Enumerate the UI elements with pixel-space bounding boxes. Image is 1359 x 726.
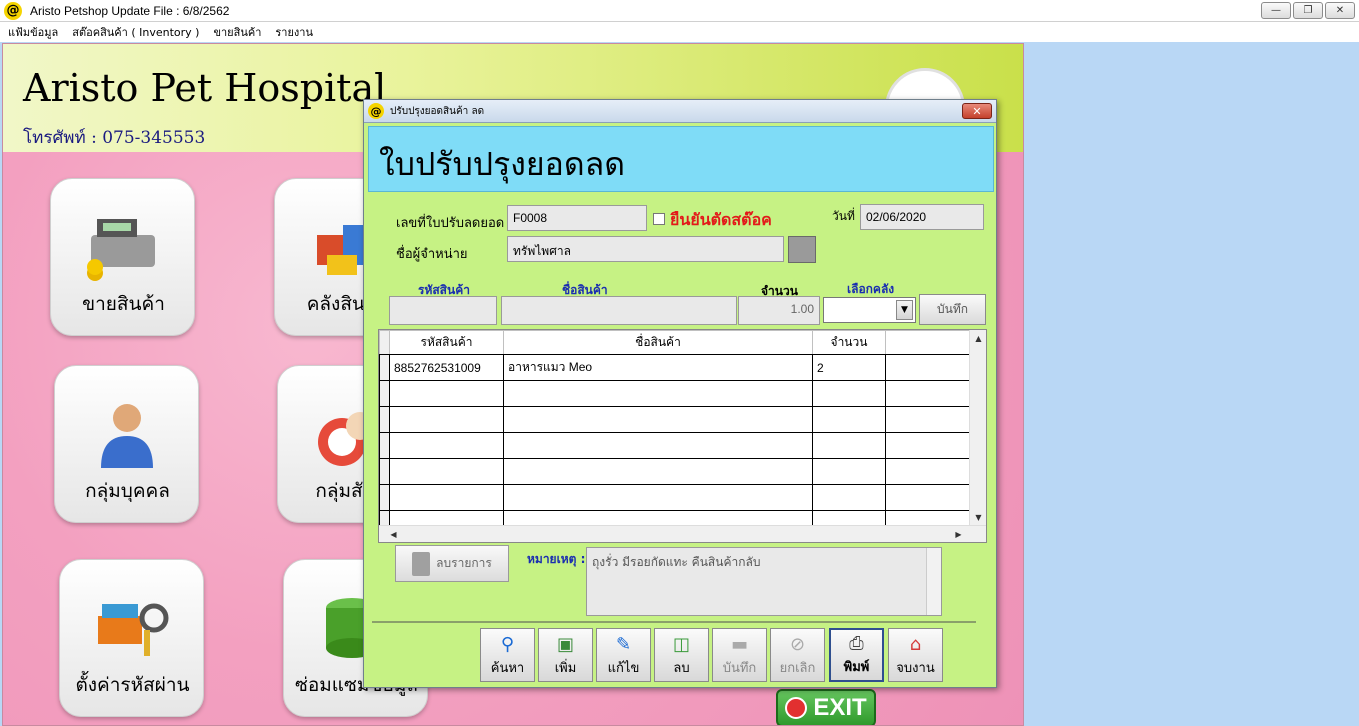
col-header-qty: จำนวน <box>812 330 886 355</box>
cash-register-icon <box>87 219 155 281</box>
remark-scrollbar[interactable] <box>926 548 941 615</box>
col-header-name: ชื่อสินค้า <box>503 330 813 355</box>
warehouse-select[interactable]: ▼ <box>823 297 916 323</box>
confirm-stock-label: ยืนยันตัดสต๊อค <box>670 210 772 229</box>
delete-button[interactable]: ◫ ลบ <box>654 628 709 682</box>
search-icon: ⚲ <box>500 633 515 655</box>
key-box-icon <box>98 603 169 656</box>
tile-label: กลุ่มบุคคล <box>85 480 170 502</box>
dialog-titlebar: @ ปรับปรุงยอดสินค้า ลด ✕ <box>364 100 996 123</box>
product-code-input[interactable] <box>389 296 497 325</box>
menu-inventory[interactable]: สต๊อคสินค้า ( Inventory ) <box>72 23 199 41</box>
save-button[interactable]: ▬ บันทึก <box>712 628 767 682</box>
close-button[interactable]: ✕ <box>1325 2 1355 19</box>
items-grid: รหัสสินค้า ชื่อสินค้า จำนวน 885276253100… <box>378 329 987 543</box>
supplier-field[interactable]: ทรัพไพศาล <box>507 236 784 262</box>
remark-text: ถุงรั่ว มีรอยกัดแทะ คืนสินค้ากลับ <box>592 555 761 569</box>
stock-adjust-dialog: @ ปรับปรุงยอดสินค้า ลด ✕ ใบปรับปรุงยอดลด… <box>363 99 997 688</box>
close-job-button[interactable]: ⌂ จบงาน <box>888 628 943 682</box>
save-line-button[interactable]: บันทึก <box>919 294 986 325</box>
scroll-up-icon[interactable]: ▲ <box>970 330 986 347</box>
tile-people[interactable]: กลุ่มบุคคล <box>54 365 199 523</box>
tile-sales[interactable]: ขายสินค้า <box>50 178 195 336</box>
printer-icon: ⎙ <box>849 632 864 654</box>
menu-sales[interactable]: ขายสินค้า <box>213 23 261 41</box>
app-icon: @ <box>4 1 22 20</box>
trash-icon <box>412 551 431 576</box>
home-icon: ⌂ <box>909 633 922 655</box>
table-row[interactable] <box>379 432 972 459</box>
hospital-phone: โทรศัพท์ : 075-345553 <box>23 128 206 148</box>
cell-name[interactable]: อาหารแมว Meo <box>503 354 813 381</box>
product-name-input[interactable] <box>501 296 737 325</box>
trash-icon: ◫ <box>672 633 690 655</box>
supplier-label: ชื่อผู้จำหน่าย <box>396 247 468 262</box>
search-button[interactable]: ⚲ ค้นหา <box>480 628 535 682</box>
chevron-down-icon[interactable]: ▼ <box>896 300 913 320</box>
tile-label: ตั้งค่ารหัสผ่าน <box>75 674 190 696</box>
hospital-name: Aristo Pet Hospital <box>23 66 387 110</box>
grid-horizontal-scrollbar[interactable]: ◀ ▶ <box>379 525 986 542</box>
edit-button[interactable]: ✎ แก้ไข <box>596 628 651 682</box>
pencil-icon: ✎ <box>615 633 632 655</box>
menu-report[interactable]: รายงาน <box>275 23 313 41</box>
dialog-header: ใบปรับปรุงยอดลด <box>368 126 994 192</box>
minimize-button[interactable]: — <box>1261 2 1291 19</box>
print-button[interactable]: ⎙ พิมพ์ <box>829 628 884 682</box>
doc-no-label: เลขที่ใบปรับลดยอด <box>396 216 505 231</box>
table-row[interactable] <box>379 380 972 407</box>
delete-item-label: ลบรายการ <box>436 556 492 570</box>
confirm-stock-checkbox[interactable] <box>653 213 665 225</box>
add-button[interactable]: ▣ เพิ่ม <box>538 628 593 682</box>
cell-qty[interactable]: 2 <box>812 354 886 381</box>
table-row[interactable] <box>379 406 972 433</box>
remark-textarea[interactable]: ถุงรั่ว มีรอยกัดแทะ คืนสินค้ากลับ <box>586 547 942 616</box>
quantity-input[interactable]: 1.00 <box>738 296 820 325</box>
cell-code[interactable]: 8852762531009 <box>389 354 504 381</box>
delete-item-button[interactable]: ลบรายการ <box>395 545 509 582</box>
dialog-title: ปรับปรุงยอดสินค้า ลด <box>390 105 485 117</box>
dialog-icon: @ <box>368 103 384 119</box>
scroll-left-icon[interactable]: ◀ <box>385 526 402 542</box>
app-title: Aristo Petshop Update File : 6/8/2562 <box>30 3 230 18</box>
person-icon <box>101 404 153 468</box>
date-field[interactable]: 02/06/2020 <box>860 204 984 230</box>
app-title-bar: @ Aristo Petshop Update File : 6/8/2562 … <box>0 0 1359 22</box>
power-icon <box>785 697 808 719</box>
tile-password[interactable]: ตั้งค่ารหัสผ่าน <box>59 559 204 717</box>
dialog-close-button[interactable]: ✕ <box>962 103 992 119</box>
grid-header-row: รหัสสินค้า ชื่อสินค้า จำนวน <box>379 330 972 355</box>
table-row[interactable]: 8852762531009 อาหารแมว Meo 2 <box>379 354 972 381</box>
table-row[interactable] <box>379 458 972 485</box>
add-icon: ▣ <box>556 633 574 655</box>
supplier-lookup-button[interactable] <box>788 236 816 263</box>
col-header-code: รหัสสินค้า <box>389 330 504 355</box>
doc-no-field[interactable]: F0008 <box>507 205 647 231</box>
cancel-icon: ⊘ <box>789 633 806 655</box>
menu-file[interactable]: แฟ้มข้อมูล <box>8 23 58 41</box>
menu-bar: แฟ้มข้อมูล สต๊อคสินค้า ( Inventory ) ขาย… <box>0 22 1359 42</box>
tile-label: ขายสินค้า <box>82 293 165 315</box>
table-row[interactable] <box>379 484 972 511</box>
grid-vertical-scrollbar[interactable]: ▲ ▼ <box>969 330 986 526</box>
save-icon: ▬ <box>730 633 748 655</box>
scroll-down-icon[interactable]: ▼ <box>970 509 986 526</box>
cancel-button[interactable]: ⊘ ยกเลิก <box>770 628 825 682</box>
dialog-heading: ใบปรับปรุงยอดลด <box>379 145 626 183</box>
exit-button[interactable]: EXIT <box>776 689 876 725</box>
separator <box>372 621 976 623</box>
date-label: วันที่ <box>832 209 855 223</box>
restore-button[interactable]: ❐ <box>1293 2 1323 19</box>
scroll-right-icon[interactable]: ▶ <box>950 526 967 542</box>
exit-label: EXIT <box>813 694 867 721</box>
remark-label: หมายเหตุ : <box>527 552 586 566</box>
